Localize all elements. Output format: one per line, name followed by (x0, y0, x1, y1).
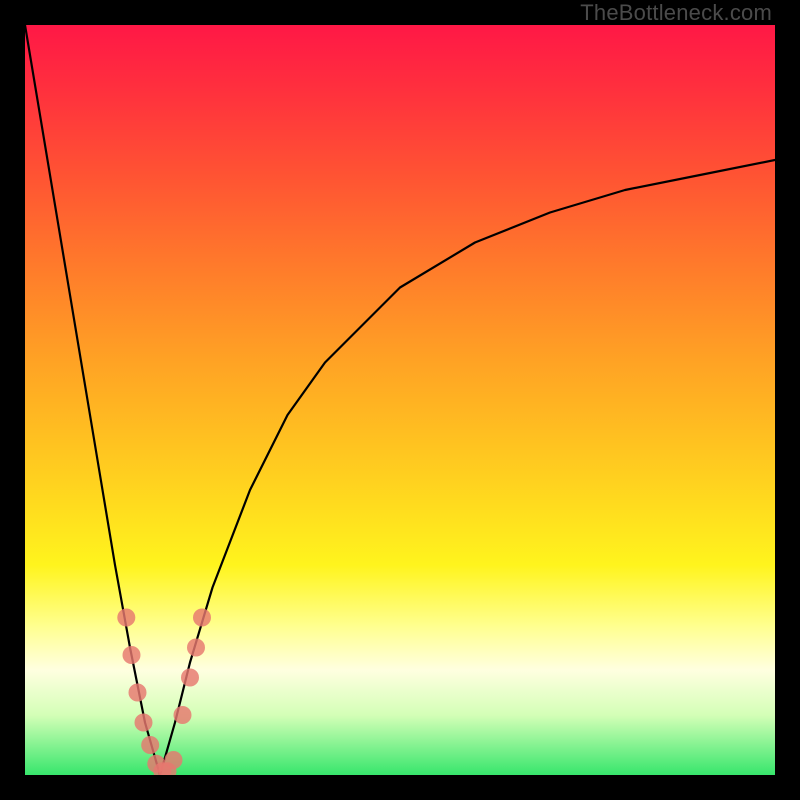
marker-dot (129, 684, 147, 702)
plot-area (25, 25, 775, 775)
marker-dot (141, 736, 159, 754)
watermark-text: TheBottleneck.com (580, 0, 772, 26)
marker-dot (165, 751, 183, 769)
curve-svg (25, 25, 775, 775)
marker-dot (181, 669, 199, 687)
marker-group (117, 609, 211, 776)
marker-dot (193, 609, 211, 627)
marker-dot (187, 639, 205, 657)
marker-dot (117, 609, 135, 627)
chart-frame: TheBottleneck.com (0, 0, 800, 800)
marker-dot (174, 706, 192, 724)
marker-dot (123, 646, 141, 664)
bottleneck-curve (25, 25, 775, 775)
marker-dot (135, 714, 153, 732)
